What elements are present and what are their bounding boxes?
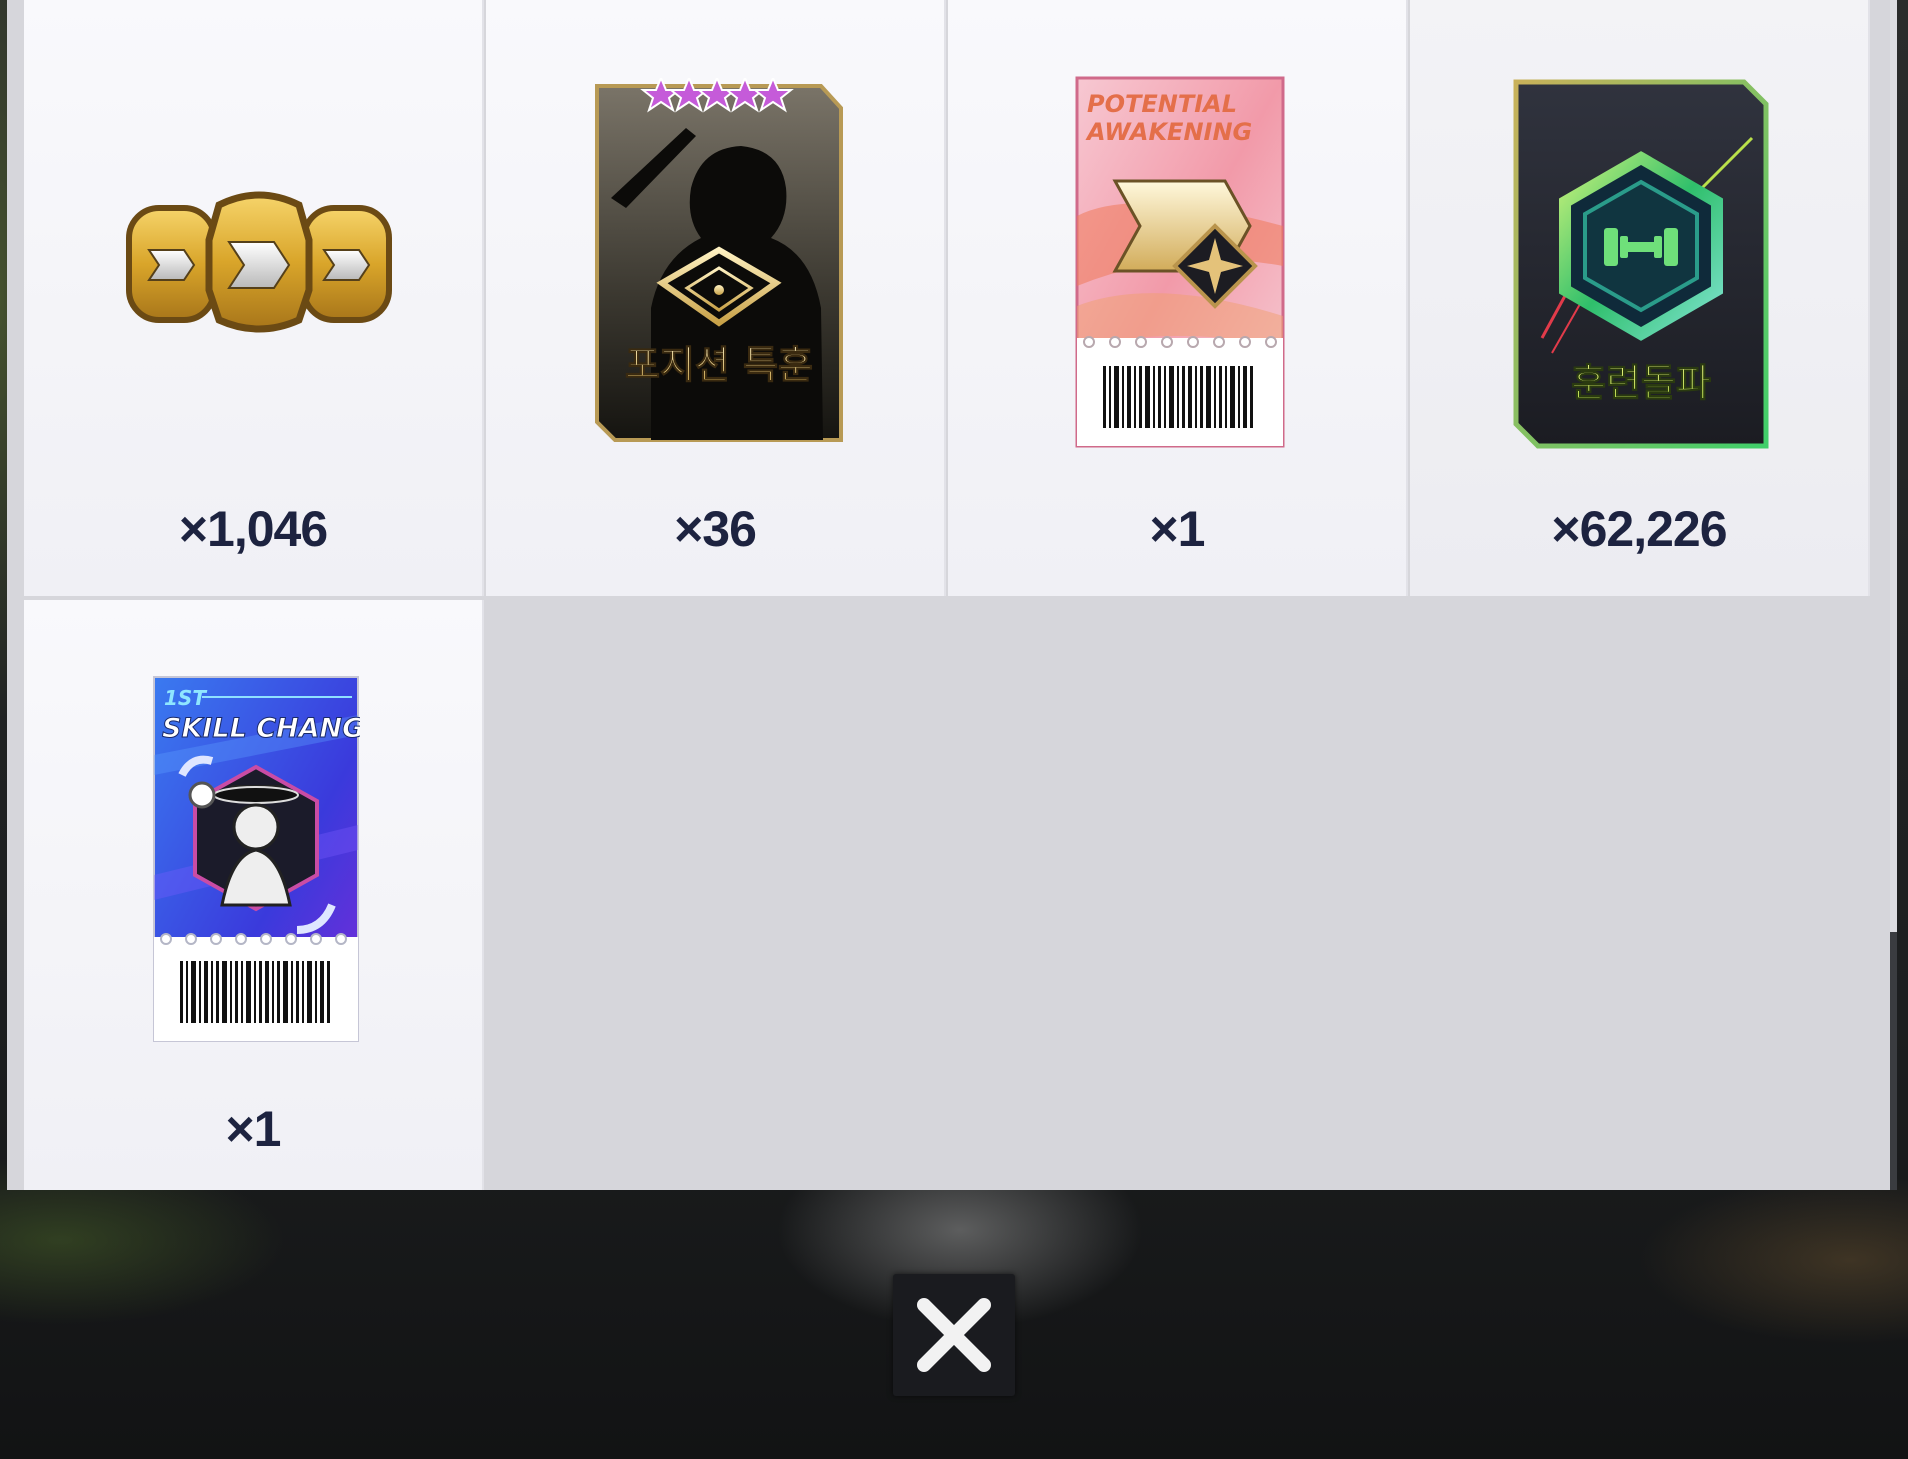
position-training-card-icon: 포지션 특훈	[595, 78, 843, 442]
training-breakthrough-card-icon: 훈련돌파	[1513, 79, 1769, 449]
card-label: 포지션 특훈	[625, 343, 813, 387]
reward-item-training-breakthrough[interactable]: 훈련돌파 ×62,226	[1410, 0, 1870, 596]
skill-change-ticket-icon: 1ST SKILL CHANGE	[153, 676, 360, 1042]
reward-quantity: ×62,226	[1551, 501, 1727, 557]
reward-panel: ×1,046 포지션 특훈 ×36 POTENTIAL AWAKENING ×1…	[7, 0, 1897, 1190]
card-label-line2: SKILL CHANGE	[162, 713, 360, 744]
card-label: 훈련돌파	[1571, 361, 1711, 405]
reward-item-position-training[interactable]: 포지션 특훈 ×36	[486, 0, 946, 596]
reward-quantity: ×36	[674, 501, 757, 557]
gold-coins-icon	[126, 191, 392, 333]
potential-awakening-ticket-icon: POTENTIAL AWAKENING	[1075, 76, 1285, 448]
reward-item-potential-awakening[interactable]: POTENTIAL AWAKENING ×1	[948, 0, 1408, 596]
reward-item-gold-coins[interactable]: ×1,046	[24, 0, 484, 596]
close-button[interactable]	[893, 1274, 1015, 1396]
card-label-line1: POTENTIAL	[1087, 90, 1237, 118]
reward-quantity: ×1,046	[178, 501, 328, 557]
reward-item-skill-change[interactable]: 1ST SKILL CHANGE	[24, 600, 484, 1190]
scrollbar-track[interactable]	[1890, 0, 1897, 932]
card-label-line2: AWAKENING	[1085, 118, 1252, 146]
reward-quantity: ×1	[225, 1101, 281, 1157]
card-label-line1: 1ST	[164, 686, 207, 710]
scrollbar-thumb[interactable]	[1890, 932, 1897, 1190]
close-icon	[917, 1298, 991, 1372]
reward-quantity: ×1	[1149, 501, 1205, 557]
